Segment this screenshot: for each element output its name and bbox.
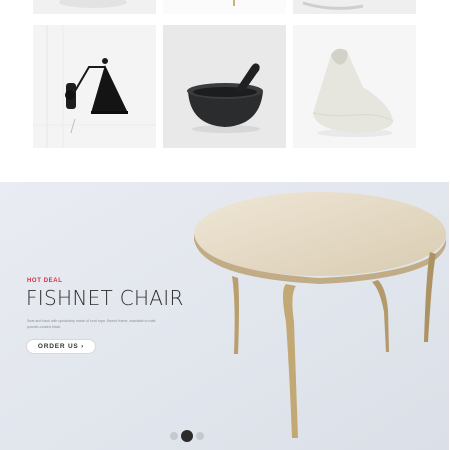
slider-dot-3[interactable] [196, 432, 204, 440]
hero-eyebrow: HOT DEAL [27, 278, 63, 284]
white-vase-icon [293, 25, 416, 148]
product-tile-mortar[interactable] [163, 25, 286, 148]
product-tile-top-1[interactable] [33, 0, 156, 14]
product-tile-top-3[interactable] [293, 0, 416, 14]
slider-dot-1[interactable] [170, 432, 178, 440]
mortar-and-pestle-icon [163, 25, 286, 148]
hero-title: FISHNET CHAIR [26, 286, 184, 310]
product-image [233, 0, 235, 6]
product-image [59, 0, 127, 8]
slider-dots [170, 430, 204, 442]
hero-description: Seat and back with upholstery made of co… [27, 319, 156, 329]
product-tile-top-2[interactable] [163, 0, 286, 14]
hero-banner: HOT DEAL FISHNET CHAIR Seat and back wit… [0, 182, 450, 450]
wall-lamp-icon [33, 25, 156, 148]
product-image [302, 1, 364, 10]
product-tile-wall-lamp[interactable] [33, 25, 156, 148]
table-image [0, 182, 450, 450]
slider-dot-2-active[interactable] [181, 430, 193, 442]
order-button[interactable]: ORDER US › [26, 339, 96, 354]
product-tile-vase[interactable] [293, 25, 416, 148]
